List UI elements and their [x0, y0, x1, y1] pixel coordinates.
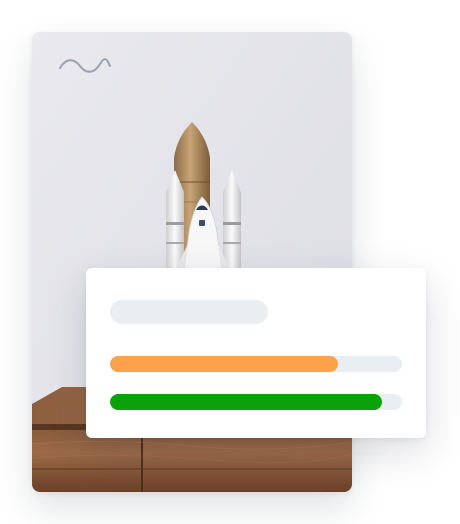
progress-fill-orange [110, 356, 338, 372]
progress-bar-green [110, 394, 402, 410]
progress-fill-green [110, 394, 382, 410]
stats-card [86, 268, 426, 438]
placeholder-title [110, 300, 268, 324]
progress-bar-orange [110, 356, 402, 372]
squiggle-icon [59, 58, 111, 73]
hero-illustration [0, 0, 460, 524]
